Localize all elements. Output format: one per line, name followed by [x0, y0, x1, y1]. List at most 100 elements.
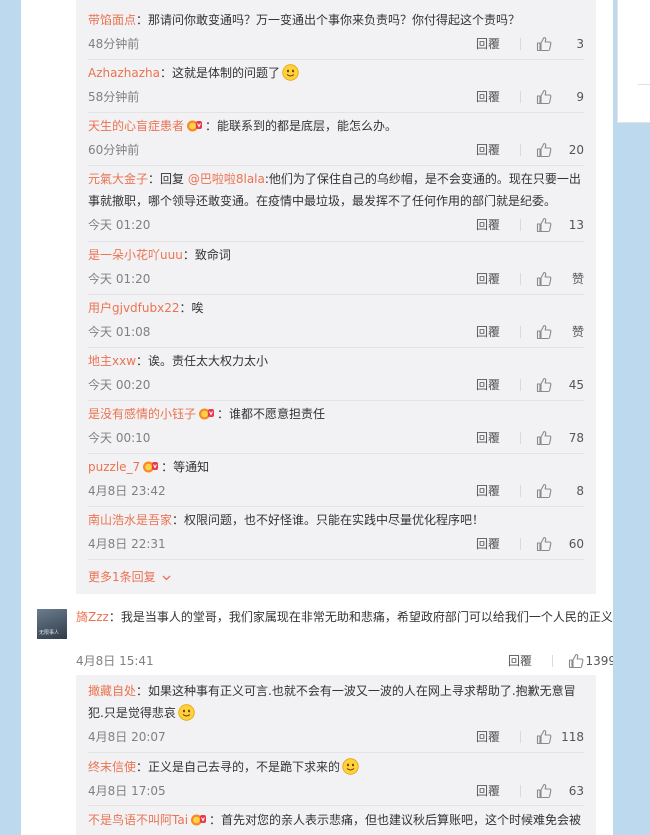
divider	[88, 59, 584, 60]
reply-text: puzzle_7 ：等通知	[88, 456, 584, 478]
smile-emoji-icon	[342, 758, 359, 775]
reply-body: ：能联系到的都是底层，能怎么办。	[205, 119, 398, 133]
reply-button[interactable]: 回覆	[476, 481, 500, 501]
reply-button[interactable]: 回覆	[476, 269, 500, 289]
divider	[88, 294, 584, 295]
reply-item: 用户gjvdfubx22：唉 今天 01:08 回覆 赞	[88, 297, 584, 340]
side-card	[617, 0, 650, 123]
reply-body: ：谁都不愿意担责任	[217, 407, 326, 421]
reply-text: Azhazhazha：这就是体制的问题了	[88, 62, 584, 84]
reply-time: 4月8日 22:31	[88, 537, 166, 551]
reply-button[interactable]: 回覆	[476, 87, 500, 107]
divider	[520, 326, 521, 338]
divider	[520, 273, 521, 285]
like-count: 45	[568, 378, 584, 392]
reply-button[interactable]: 回覆	[476, 322, 500, 342]
comment-meta: 4月8日 15:41 回覆 1399	[76, 651, 613, 671]
reply-author-link[interactable]: 地主xxw	[88, 354, 136, 368]
reply-button[interactable]: 回覆	[476, 34, 500, 54]
thumbs-up-icon	[536, 536, 552, 552]
reply-author-link[interactable]: 南山浩水是吾家	[88, 513, 172, 527]
reply-body: ：诶。责任太大权力太小	[136, 354, 269, 368]
reply-text: 元氣大金子：回复 @巴啦啦8lala:他们为了保住自己的乌纱帽，是不会变通的。现…	[88, 168, 584, 212]
reply-text: 是一朵小花吖uuu：致命词	[88, 244, 584, 266]
like-count: 63	[568, 784, 584, 798]
divider	[88, 400, 584, 401]
thumbs-up-icon	[536, 142, 552, 158]
reply-text: 地主xxw：诶。责任太大权力太小	[88, 350, 584, 372]
reply-time: 今天 01:08	[88, 325, 151, 339]
reply-meta: 今天 01:20 回覆 赞	[88, 269, 584, 289]
mention-link[interactable]: @巴啦啦8lala	[188, 172, 265, 186]
divider	[520, 485, 521, 497]
reply-body: ：首先对您的亲人表示悲痛，但也建议秋后算账吧，这个时候难免会被	[209, 813, 582, 827]
reply-meta: 4月8日 17:05 回覆 63	[88, 781, 584, 801]
reply-button[interactable]: 回覆	[476, 428, 500, 448]
divider	[520, 432, 521, 444]
thumbs-up-icon	[568, 653, 584, 669]
chevron-down-icon	[162, 575, 171, 581]
reply-time: 48分钟前	[88, 37, 140, 51]
reply-button[interactable]: 回覆	[476, 215, 500, 235]
reply-author-link[interactable]: 是没有感情的小钰子	[88, 407, 196, 421]
reply-body: ：唉	[179, 301, 204, 315]
comment-author-link[interactable]: 旖Zzz	[76, 610, 109, 624]
reply-button[interactable]: 回覆	[508, 651, 532, 671]
thumbs-up-icon	[536, 483, 552, 499]
reply-time: 4月8日 17:05	[88, 784, 166, 798]
vip-badge-icon	[191, 814, 207, 826]
reply-author-link[interactable]: 不是鸟语不叫阿Tai	[88, 813, 188, 827]
reply-item: 是一朵小花吖uuu：致命词 今天 01:20 回覆 赞	[88, 244, 584, 287]
like-count: 78	[568, 431, 584, 445]
thumbs-up-icon	[536, 36, 552, 52]
thumbs-up-icon	[536, 217, 552, 233]
reply-item: 不是鸟语不叫阿Tai ：首先对您的亲人表示悲痛，但也建议秋后算账吧，这个时候难免会…	[88, 809, 584, 831]
divider	[520, 731, 521, 743]
reply-text: 带馅面点：那请问你敢变通吗？万一变通出个事你来负责吗？你付得起这个责吗？	[88, 9, 584, 31]
divider	[88, 506, 584, 507]
divider	[520, 785, 521, 797]
like-count: 20	[568, 143, 584, 157]
vip-badge-icon	[187, 120, 203, 132]
reply-button[interactable]: 回覆	[476, 375, 500, 395]
reply-author-link[interactable]: 终末信使	[88, 760, 136, 774]
reply-author-link[interactable]: 撖藏自处	[88, 684, 136, 698]
reply-button[interactable]: 回覆	[476, 781, 500, 801]
reply-body: ：如果这种事有正义可言.也就不会有一波又一波的人在网上寻求帮助了.抱歉无意冒犯.…	[88, 684, 576, 720]
like-count: 118	[561, 730, 584, 744]
reply-meta: 今天 00:20 回覆 45	[88, 375, 584, 395]
reply-button[interactable]: 回覆	[476, 140, 500, 160]
reply-text: 不是鸟语不叫阿Tai ：首先对您的亲人表示悲痛，但也建议秋后算账吧，这个时候难免会…	[88, 809, 584, 831]
reply-body: ：这就是体制的问题了	[159, 66, 280, 80]
reply-item: 天生的心盲症患者 ：能联系到的都是底层，能怎么办。 60分钟前 回覆 20	[88, 115, 584, 158]
thumbs-up-icon	[536, 430, 552, 446]
reply-item: 元氣大金子：回复 @巴啦啦8lala:他们为了保住自己的乌纱帽，是不会变通的。现…	[88, 168, 584, 233]
reply-author-link[interactable]: 带馅面点	[88, 13, 136, 27]
reply-author-link[interactable]: Azhazhazha	[88, 66, 160, 80]
reply-button[interactable]: 回覆	[476, 534, 500, 554]
reply-author-link[interactable]: 是一朵小花吖uuu	[88, 248, 183, 262]
reply-author-link[interactable]: 天生的心盲症患者	[88, 119, 184, 133]
reply-prefix: ：回复	[148, 172, 188, 186]
reply-author-link[interactable]: 用户gjvdfubx22	[88, 301, 180, 315]
more-replies-link[interactable]: 更多1条回复	[88, 569, 171, 585]
thumbs-up-icon	[536, 271, 552, 287]
reply-item: 是没有感情的小钰子 ：谁都不愿意担责任 今天 00:10 回覆 78	[88, 403, 584, 446]
avatar[interactable]: 无限事人	[37, 609, 67, 639]
reply-text: 撖藏自处：如果这种事有正义可言.也就不会有一波又一波的人在网上寻求帮助了.抱歉无…	[88, 680, 584, 724]
comment-body: ：我是当事人的堂哥，我们家属现在非常无助和悲痛，希望政府部门可以给我们一个人民的…	[108, 610, 613, 624]
more-replies-label: 更多1条回复	[88, 570, 156, 584]
divider	[552, 655, 553, 667]
reply-body: ：权限问题，也不好怪谁。只能在实践中尽量优化程序吧！	[172, 513, 485, 527]
reply-author-link[interactable]: 元氣大金子	[88, 172, 148, 186]
divider	[88, 559, 584, 560]
divider	[88, 347, 584, 348]
reply-button[interactable]: 回覆	[476, 727, 500, 747]
reply-author-link[interactable]: puzzle_7	[88, 460, 140, 474]
comment-text: 旖Zzz：我是当事人的堂哥，我们家属现在非常无助和悲痛，希望政府部门可以给我们一…	[76, 606, 613, 628]
divider	[520, 38, 521, 50]
like-count: 3	[576, 37, 584, 51]
divider	[88, 241, 584, 242]
like-count: 1399	[585, 654, 613, 668]
divider	[520, 91, 521, 103]
